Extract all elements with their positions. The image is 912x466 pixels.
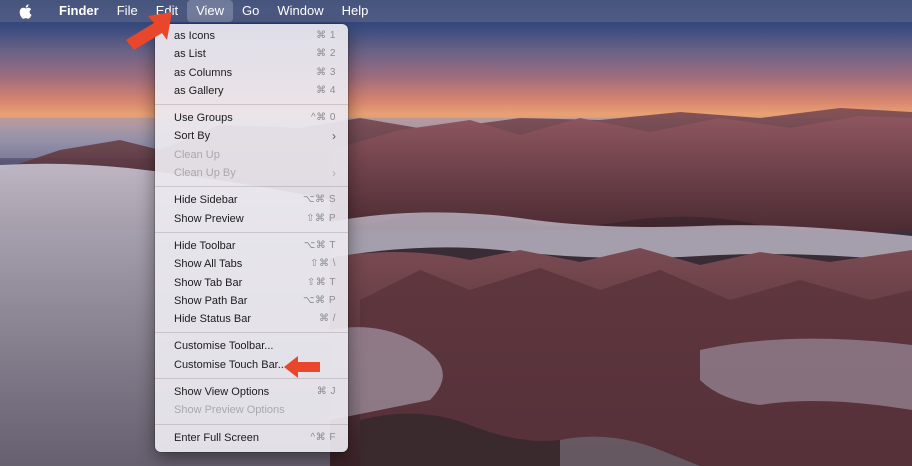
menu-item-shortcut: ⌘ 2 — [316, 48, 336, 60]
menu-item-enter-full-screen[interactable]: Enter Full Screen ^⌘ F — [155, 429, 348, 447]
wallpaper-landscape — [0, 108, 912, 466]
menu-separator — [155, 186, 348, 188]
view-menu-dropdown: as Icons ⌘ 1 as List ⌘ 2 as Columns ⌘ 3 … — [155, 24, 348, 452]
menu-item-show-view-options[interactable]: Show View Options ⌘ J — [155, 383, 348, 401]
menu-window[interactable]: Window — [268, 0, 332, 22]
menu-item-shortcut: ⌘ 3 — [316, 66, 336, 78]
menu-view[interactable]: View — [187, 0, 234, 22]
menu-item-label: Show Preview Options — [174, 404, 285, 417]
menu-item-customise-toolbar[interactable]: Customise Toolbar... — [155, 337, 348, 355]
menu-item-show-path-bar[interactable]: Show Path Bar ⌥⌘ P — [155, 292, 348, 310]
menu-item-label: Clean Up By — [174, 167, 236, 180]
menu-item-label: Show Path Bar — [174, 294, 248, 307]
menu-item-label: as Gallery — [174, 84, 224, 97]
menu-item-hide-toolbar[interactable]: Hide Toolbar ⌥⌘ T — [155, 237, 348, 255]
menu-item-label: Use Groups — [174, 112, 233, 125]
menu-item-label: Show Preview — [174, 212, 244, 225]
menu-item-shortcut: ⌥⌘ S — [303, 194, 336, 206]
menu-item-label: Customise Toolbar... — [174, 340, 274, 353]
menu-help[interactable]: Help — [333, 0, 378, 22]
menu-item-shortcut: ⌥⌘ P — [303, 294, 336, 306]
menu-item-shortcut: ⇧⌘ T — [306, 276, 336, 288]
menu-item-sort-by[interactable]: Sort By › — [155, 127, 348, 145]
apple-logo-icon[interactable] — [18, 3, 32, 19]
menu-item-hide-sidebar[interactable]: Hide Sidebar ⌥⌘ S — [155, 191, 348, 209]
menu-item-show-all-tabs[interactable]: Show All Tabs ⇧⌘ \ — [155, 255, 348, 273]
menu-separator — [155, 231, 348, 233]
menu-item-use-groups[interactable]: Use Groups ^⌘ 0 — [155, 109, 348, 127]
menu-item-hide-status-bar[interactable]: Hide Status Bar ⌘ / — [155, 310, 348, 328]
menu-item-as-gallery[interactable]: as Gallery ⌘ 4 — [155, 82, 348, 100]
menu-finder[interactable]: Finder — [50, 0, 108, 22]
menu-go[interactable]: Go — [233, 0, 268, 22]
menu-item-shortcut: ⌘ 1 — [316, 30, 336, 41]
menu-item-label: Hide Toolbar — [174, 239, 236, 252]
menu-item-label: Show Tab Bar — [174, 276, 243, 289]
menu-item-shortcut: ⌘ / — [318, 313, 336, 325]
menu-item-shortcut: ⌥⌘ T — [303, 239, 336, 251]
menu-item-clean-up: Clean Up — [155, 146, 348, 164]
menu-item-label: Sort By — [174, 130, 211, 143]
menu-item-label: as List — [174, 48, 206, 61]
menu-item-as-list[interactable]: as List ⌘ 2 — [155, 45, 348, 63]
menu-item-label: Clean Up — [174, 148, 220, 161]
desktop-wallpaper — [0, 0, 912, 466]
menu-item-label: as Columns — [174, 66, 233, 79]
menu-item-label: Hide Status Bar — [174, 313, 252, 326]
chevron-right-icon: › — [332, 129, 336, 144]
menu-item-label: Enter Full Screen — [174, 431, 259, 444]
menu-item-shortcut: ⌘ 4 — [316, 84, 336, 96]
menu-item-as-columns[interactable]: as Columns ⌘ 3 — [155, 64, 348, 82]
menu-item-show-tab-bar[interactable]: Show Tab Bar ⇧⌘ T — [155, 274, 348, 292]
menu-item-label: Show View Options — [174, 386, 270, 399]
menu-item-shortcut: ⌘ J — [316, 386, 336, 398]
menu-item-shortcut: ^⌘ F — [310, 431, 336, 443]
menu-item-shortcut: ^⌘ 0 — [310, 112, 336, 124]
menu-item-show-preview-options: Show Preview Options — [155, 401, 348, 419]
menu-separator — [155, 104, 348, 106]
menu-item-label: Show All Tabs — [174, 258, 243, 271]
menu-item-shortcut: ⇧⌘ \ — [310, 258, 336, 270]
annotation-arrow-view — [126, 12, 172, 50]
menu-separator — [155, 423, 348, 425]
menu-separator — [155, 332, 348, 334]
menu-item-shortcut: ⇧⌘ P — [306, 212, 336, 224]
menu-item-as-icons[interactable]: as Icons ⌘ 1 — [155, 27, 348, 45]
menu-item-clean-up-by: Clean Up By › — [155, 164, 348, 182]
annotation-arrow-touch-bar — [284, 356, 320, 378]
menu-item-label: as Icons — [174, 30, 215, 42]
menu-item-show-preview[interactable]: Show Preview ⇧⌘ P — [155, 210, 348, 228]
menu-item-label: Hide Sidebar — [174, 194, 238, 207]
chevron-right-icon: › — [332, 166, 336, 181]
menu-item-label: Customise Touch Bar... — [174, 358, 287, 371]
